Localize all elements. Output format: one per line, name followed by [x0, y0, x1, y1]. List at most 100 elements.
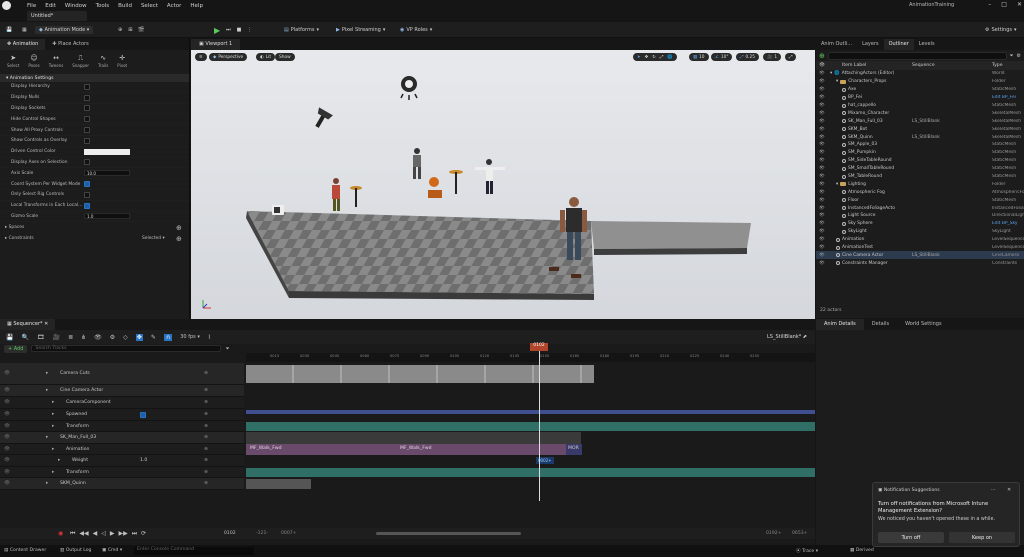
keep-on-button[interactable]: Keep on — [949, 532, 1015, 543]
visibility-eye-icon[interactable]: 👁 — [819, 111, 825, 116]
small-table-round[interactable] — [449, 170, 463, 194]
outliner-row[interactable]: 👁 SM_SideTableRound StaticMesh — [816, 157, 1024, 165]
outliner-row[interactable]: 👁 Sky Sphere Edit BP_Sky — [816, 220, 1024, 228]
expand-icon[interactable]: ▾ — [836, 182, 838, 187]
visibility-eye-icon[interactable]: 👁 — [819, 119, 825, 124]
auto-key-icon[interactable]: ✥ — [135, 333, 143, 341]
outliner-row[interactable]: 👁 SM_Pumpkin StaticMesh — [816, 149, 1024, 157]
save-icon[interactable]: 💾 — [6, 25, 12, 35]
mode-snapper[interactable]: ⎍ Snapper — [72, 54, 89, 70]
track-eye-icon[interactable]: 👁 — [4, 424, 10, 429]
animation-settings-header[interactable]: ▾ Animation Settings — [0, 74, 189, 82]
current-frame[interactable]: 0102 — [224, 531, 236, 536]
outliner-row[interactable]: 👁 BP_Fei Edit BP_Fei — [816, 94, 1024, 102]
film-icon[interactable]: 🎞 — [37, 334, 45, 341]
sequence-link[interactable]: LS_StillBlank — [912, 135, 940, 140]
track-eye-icon[interactable]: 👁 — [4, 470, 10, 475]
character-quinn[interactable] — [475, 159, 505, 194]
prev-frame-icon[interactable]: ◀ — [93, 530, 98, 538]
outliner-row[interactable]: 👁 SKM_Bot SkeletalMesh — [816, 125, 1024, 133]
add-icon[interactable]: ⊕ — [819, 52, 825, 60]
track-expand-icon[interactable]: ▸ — [46, 435, 48, 440]
setting-checkbox[interactable] — [84, 105, 90, 112]
cinematics-icon[interactable]: 🎬 — [138, 27, 144, 33]
camera-actor-icon[interactable] — [272, 205, 284, 215]
track-row[interactable]: 👁 ▸ Cine Camera Actor ⊕ — [0, 385, 244, 397]
visibility-eye-icon[interactable]: 👁 — [819, 103, 825, 108]
range-start[interactable]: -121- — [256, 531, 268, 536]
visibility-eye-icon[interactable]: 👁 — [819, 206, 825, 211]
track-row[interactable]: 👁 ▸ Transform ⊕ — [0, 467, 244, 478]
anim-clip-2[interactable]: MF_Walk_Fwd — [396, 444, 566, 455]
mode-tweens[interactable]: ↔ Tweens — [49, 54, 64, 70]
blueprint-icon[interactable]: ⊞ — [128, 27, 132, 33]
track-lane[interactable] — [246, 432, 815, 444]
track-row[interactable]: 👁 ▸ SKM_Quinn ⊕ — [0, 478, 244, 490]
add-track-button[interactable]: + Add — [4, 344, 28, 353]
notification-more-icon[interactable]: ⋯ — [991, 487, 996, 493]
outliner-settings-icon[interactable]: ⚙ — [1017, 53, 1021, 59]
tab-layers[interactable]: Layers — [857, 39, 884, 50]
level-viewport[interactable]: ▣ Viewport 1 ≡ ◆ Perspective ◐ Lit Show ➤ … — [191, 39, 815, 319]
visibility-eye-icon[interactable]: 👁 — [819, 237, 825, 242]
track-lane[interactable] — [246, 478, 815, 490]
setting-checkbox[interactable] — [84, 83, 90, 90]
track-row[interactable]: 👁 ▸ Spawned ⊕ — [0, 409, 244, 421]
visibility-eye-icon[interactable]: 👁 — [819, 95, 825, 100]
prev-key-icon[interactable]: ◀◀ — [79, 530, 88, 538]
outliner-row[interactable]: 👁 hat_cappello StaticMesh — [816, 102, 1024, 110]
outliner-row[interactable]: 👁 ▾ Lighting Folder — [816, 180, 1024, 188]
outliner-row[interactable]: 👁 SM_Apple_03 StaticMesh — [816, 141, 1024, 149]
add-space-icon[interactable]: ⊕ — [176, 224, 182, 232]
setting-checkbox[interactable] — [84, 191, 90, 198]
outliner-row[interactable]: 👁 SK_Man_Full_03 LS_StillBlank SkeletalMesh — [816, 117, 1024, 125]
tab-world-settings[interactable]: World Settings — [897, 319, 949, 330]
content-icon[interactable]: ▦ — [22, 25, 27, 35]
tab-viewport-1[interactable]: ▣ Viewport 1 — [191, 39, 241, 50]
track-expand-icon[interactable]: ▸ — [58, 458, 60, 463]
key-icon[interactable]: ◇ — [123, 334, 128, 341]
actor-type[interactable]: Edit BP_Fei — [992, 95, 1024, 100]
pixel-streaming-button[interactable]: ▶ Pixel Streaming ▾ — [336, 25, 385, 35]
track-expand-icon[interactable]: ▸ — [46, 371, 48, 376]
range-end[interactable]: 0653+ — [792, 531, 808, 536]
setting-checkbox[interactable] — [84, 202, 90, 209]
menu-window[interactable]: Window — [65, 3, 87, 9]
track-expand-icon[interactable]: ▸ — [46, 481, 48, 486]
track-expand-icon[interactable]: ▸ — [46, 388, 48, 393]
col-item-label[interactable]: Item Label — [842, 63, 866, 68]
add-key-icon[interactable]: ⊕ — [204, 371, 208, 376]
outliner-row[interactable]: 👁 Floor StaticMesh — [816, 196, 1024, 204]
unreal-logo-icon[interactable] — [2, 1, 11, 10]
cmd-selector[interactable]: ▣ Cmd ▾ — [102, 548, 122, 553]
outliner-row[interactable]: 👁 InstancedFoliageActo InstancedFoliage — [816, 204, 1024, 212]
transform-section[interactable] — [246, 468, 815, 477]
track-eye-icon[interactable]: 👁 — [4, 458, 10, 463]
outliner-row[interactable]: 👁 AnimationTest LevelSequence — [816, 244, 1024, 252]
track-eye-icon[interactable]: 👁 — [4, 447, 10, 452]
outliner-row[interactable]: 👁 Cine Camera Actor LS_StillBlank CineCamer… — [816, 251, 1024, 260]
side-table-round[interactable] — [350, 186, 362, 207]
visibility-eye-icon[interactable]: 👁 — [819, 79, 825, 84]
turn-off-button[interactable]: Turn off — [878, 532, 944, 543]
constraints-section[interactable]: ▸ Constraints Selected ▾ ⊕ — [0, 233, 189, 244]
stop-icon[interactable]: ■ — [237, 27, 242, 33]
mode-select[interactable]: ➤ Select — [7, 54, 19, 70]
constraints-filter[interactable]: Selected ▾ — [142, 236, 165, 241]
setting-checkbox[interactable] — [84, 116, 90, 123]
col-type[interactable]: Type — [992, 63, 1003, 68]
setting-checkbox[interactable] — [84, 181, 90, 188]
visibility-eye-icon[interactable]: 👁 — [819, 158, 825, 163]
visibility-eye-icon[interactable]: 👁 — [819, 142, 825, 147]
visibility-eye-icon[interactable]: 👁 — [819, 229, 825, 234]
outliner-search-input[interactable] — [827, 51, 1007, 60]
add-key-icon[interactable]: ⊕ — [204, 388, 208, 393]
track-lane[interactable]: MF_Walk_Fwd MF_Walk_Fwd MOR — [246, 444, 815, 455]
next-frame-icon[interactable]: ▶▶ — [119, 530, 128, 538]
add-key-icon[interactable]: ⊕ — [204, 435, 208, 440]
track-eye-icon[interactable]: 👁 — [4, 435, 10, 440]
tab-place-actors[interactable]: ✚ Place Actors — [45, 39, 95, 50]
visibility-eye-icon[interactable]: 👁 — [819, 71, 825, 76]
mode-trails[interactable]: ∿ Trails — [98, 54, 108, 70]
expand-icon[interactable]: ▾ — [836, 79, 838, 84]
